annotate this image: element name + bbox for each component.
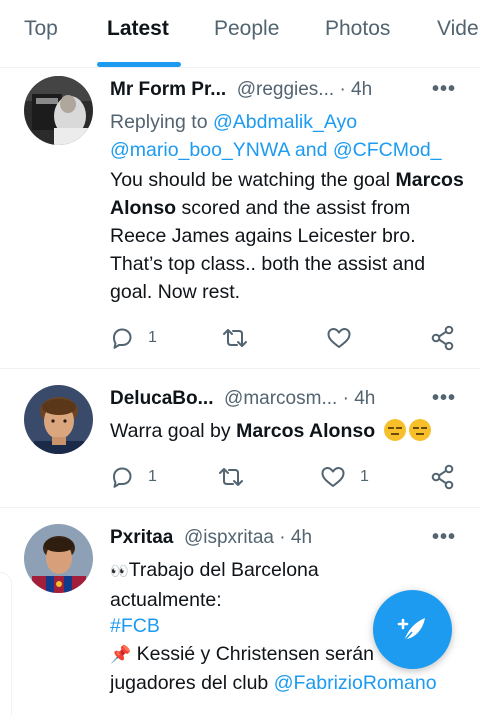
tweet-actions: 1 1 [110, 463, 460, 491]
timestamp[interactable]: 4h [351, 79, 372, 100]
avatar[interactable] [24, 76, 93, 145]
side-panel-edge [0, 572, 12, 715]
mention-link[interactable]: @mario_boo_YNWA [110, 139, 289, 161]
reply-icon [113, 467, 132, 488]
tweet-text: You should be watching the goal Marcos A… [110, 166, 465, 306]
replying-to: Replying to @Abdmalik_Ayo @mario_boo_YNW… [110, 108, 460, 164]
tab-top[interactable]: Top [24, 17, 58, 41]
retweet-button[interactable] [222, 324, 262, 352]
tweet-text: Warra goal by Marcos Alonso [110, 417, 470, 445]
reply-count: 1 [148, 329, 157, 346]
like-button[interactable] [326, 324, 366, 352]
tweet-text-part: Warra goal by [110, 420, 237, 442]
mention-link[interactable]: @CFCMod_ [333, 139, 442, 161]
avatar[interactable] [24, 385, 93, 454]
mention-link[interactable]: @FabrizioRomano [274, 672, 437, 694]
tab-latest[interactable]: Latest [107, 17, 169, 41]
pushpin-emoji-icon: 📌 [110, 645, 132, 664]
author-handle[interactable]: @reggies... [237, 79, 334, 100]
replying-and: and [289, 139, 333, 161]
more-icon[interactable]: ••• [432, 526, 456, 549]
author-name[interactable]: Pxritaa [110, 527, 173, 548]
hashtag-link[interactable]: #FCB [110, 615, 160, 637]
tweet-text-part: Trabajo del Barcelona actualmente: [110, 559, 319, 611]
more-icon[interactable]: ••• [432, 387, 456, 410]
tab-videos[interactable]: Vide [437, 17, 479, 41]
retweet-button[interactable] [218, 463, 258, 491]
reply-button[interactable]: 1 [110, 324, 157, 352]
avatar[interactable] [24, 524, 93, 593]
reply-count: 1 [148, 468, 157, 485]
compose-icon [397, 617, 425, 642]
separator-dot: · [279, 527, 286, 548]
tweet-header: Pxritaa @ispxritaa · 4h [110, 527, 464, 551]
mention-link[interactable]: @Abdmalik_Ayo [213, 111, 357, 133]
tweet[interactable]: DelucaBo... @marcosm... · 4h ••• Warra g… [0, 369, 480, 508]
share-icon [431, 325, 454, 351]
eyes-emoji-icon: 👀 [110, 563, 129, 580]
tab-people[interactable]: People [214, 17, 279, 41]
timestamp[interactable]: 4h [354, 388, 375, 409]
retweet-icon [223, 329, 247, 347]
share-button[interactable] [430, 324, 456, 352]
like-icon [321, 467, 345, 487]
share-button[interactable] [430, 463, 456, 491]
tweet-text-part: You should be watching the goal [110, 169, 396, 191]
author-name[interactable]: Mr Form Pr... [110, 79, 226, 100]
reply-icon [113, 328, 132, 349]
retweet-icon [219, 468, 243, 486]
search-tabs: Top Latest People Photos Vide [0, 0, 480, 68]
like-button[interactable]: 1 [320, 463, 369, 491]
separator-dot: · [342, 388, 349, 409]
tab-photos[interactable]: Photos [325, 17, 390, 41]
tweet-header: DelucaBo... @marcosm... · 4h [110, 388, 464, 412]
author-handle[interactable]: @ispxritaa [184, 527, 274, 548]
reply-button[interactable]: 1 [110, 463, 157, 491]
tweet-actions: 1 [110, 324, 460, 352]
tweet-text: 👀Trabajo del Barcelona actualmente: [110, 556, 360, 614]
like-count: 1 [360, 468, 369, 485]
tweet[interactable]: Mr Form Pr... @reggies... · 4h ••• Reply… [0, 68, 480, 369]
expressionless-emoji-icon [381, 419, 431, 442]
separator-dot: · [339, 79, 346, 100]
author-name[interactable]: DelucaBo... [110, 388, 213, 409]
timestamp[interactable]: 4h [291, 527, 312, 548]
compose-tweet-button[interactable] [373, 590, 452, 669]
highlighted-term: Marcos Alonso [236, 420, 376, 442]
more-icon[interactable]: ••• [432, 78, 456, 101]
share-icon [431, 464, 454, 490]
like-icon [327, 328, 351, 348]
replying-prefix: Replying to [110, 111, 213, 133]
active-tab-indicator [97, 62, 181, 67]
author-handle[interactable]: @marcosm... [224, 388, 337, 409]
tweet-header: Mr Form Pr... @reggies... · 4h [110, 79, 464, 103]
